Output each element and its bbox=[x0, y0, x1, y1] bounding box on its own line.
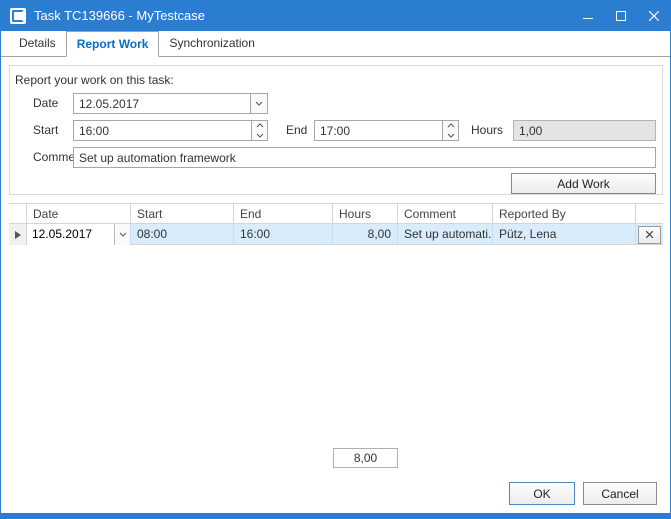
hours-readonly-input bbox=[514, 121, 655, 140]
row-reported-by-cell[interactable]: Pütz, Lena bbox=[493, 224, 636, 245]
grid-header-indicator bbox=[9, 204, 27, 224]
ok-button[interactable]: OK bbox=[509, 482, 575, 505]
maximize-button[interactable] bbox=[604, 1, 637, 31]
grid-row-selected[interactable]: 08:00 16:00 8,00 Set up automati... Pütz… bbox=[9, 224, 663, 245]
start-spin-down-button[interactable] bbox=[252, 131, 267, 141]
chevron-up-icon bbox=[256, 123, 264, 128]
tab-report-work[interactable]: Report Work bbox=[66, 31, 160, 57]
row-date-dropdown-button[interactable] bbox=[114, 224, 130, 245]
hours-field bbox=[513, 120, 656, 141]
row-end-cell[interactable]: 16:00 bbox=[234, 224, 333, 245]
comment-field[interactable] bbox=[73, 147, 656, 168]
tab-synchronization[interactable]: Synchronization bbox=[159, 31, 264, 56]
grid-header-reported-by[interactable]: Reported By bbox=[493, 204, 636, 224]
row-comment-cell[interactable]: Set up automati... bbox=[398, 224, 493, 245]
app-icon bbox=[10, 8, 26, 24]
report-work-heading: Report your work on this task: bbox=[15, 72, 174, 88]
chevron-up-icon bbox=[447, 123, 455, 128]
tab-details[interactable]: Details bbox=[9, 31, 66, 56]
tab-strip: Details Report Work Synchronization bbox=[1, 31, 670, 57]
end-spinner bbox=[442, 121, 458, 140]
row-hours-cell[interactable]: 8,00 bbox=[333, 224, 398, 245]
hours-label: Hours bbox=[471, 120, 503, 141]
maximize-icon bbox=[616, 11, 626, 21]
date-combobox[interactable] bbox=[73, 93, 268, 114]
grid-header-actions bbox=[636, 204, 663, 224]
grid-header-end[interactable]: End bbox=[234, 204, 333, 224]
grid-header: Date Start End Hours Comment Reported By bbox=[9, 203, 663, 224]
minimize-button[interactable] bbox=[571, 1, 604, 31]
end-spin-up-button[interactable] bbox=[443, 121, 458, 131]
row-date-cell[interactable] bbox=[27, 224, 131, 245]
grid-header-comment[interactable]: Comment bbox=[398, 204, 493, 224]
start-spin-up-button[interactable] bbox=[252, 121, 267, 131]
grid-header-hours[interactable]: Hours bbox=[333, 204, 398, 224]
start-time-input[interactable] bbox=[74, 121, 251, 140]
delete-x-icon bbox=[646, 231, 653, 238]
chevron-down-icon bbox=[255, 101, 263, 106]
start-spinner bbox=[251, 121, 267, 140]
end-time-field[interactable] bbox=[314, 120, 459, 141]
hours-summary: 8,00 bbox=[333, 448, 398, 468]
minimize-icon bbox=[583, 11, 593, 21]
window-controls bbox=[571, 1, 670, 31]
chevron-down-icon bbox=[256, 133, 264, 138]
close-button[interactable] bbox=[637, 1, 670, 31]
date-label: Date bbox=[33, 93, 58, 114]
window-title: Task TC139666 - MyTestcase bbox=[34, 1, 205, 31]
row-indicator-cell bbox=[9, 224, 27, 245]
end-spin-down-button[interactable] bbox=[443, 131, 458, 141]
row-date-input[interactable] bbox=[27, 224, 114, 245]
date-dropdown-button[interactable] bbox=[250, 94, 267, 113]
selected-row-indicator-icon bbox=[15, 231, 21, 239]
add-work-button[interactable]: Add Work bbox=[511, 173, 656, 194]
end-time-input[interactable] bbox=[315, 121, 442, 140]
comment-input[interactable] bbox=[74, 148, 655, 167]
grid-header-date[interactable]: Date bbox=[27, 204, 131, 224]
row-actions-cell bbox=[636, 224, 663, 245]
delete-row-button[interactable] bbox=[638, 226, 661, 244]
titlebar[interactable]: Task TC139666 - MyTestcase bbox=[1, 1, 670, 31]
cancel-button[interactable]: Cancel bbox=[583, 482, 657, 505]
chevron-down-icon bbox=[447, 133, 455, 138]
grid-header-start[interactable]: Start bbox=[131, 204, 234, 224]
start-time-field[interactable] bbox=[73, 120, 268, 141]
start-label: Start bbox=[33, 120, 58, 141]
end-label: End bbox=[286, 120, 307, 141]
window-bottom-border bbox=[1, 513, 670, 518]
task-dialog-window: Task TC139666 - MyTestcase Details Repor… bbox=[0, 0, 671, 519]
chevron-down-icon bbox=[119, 232, 127, 237]
close-icon bbox=[649, 11, 659, 21]
date-input[interactable] bbox=[74, 94, 250, 113]
row-start-cell[interactable]: 08:00 bbox=[131, 224, 234, 245]
